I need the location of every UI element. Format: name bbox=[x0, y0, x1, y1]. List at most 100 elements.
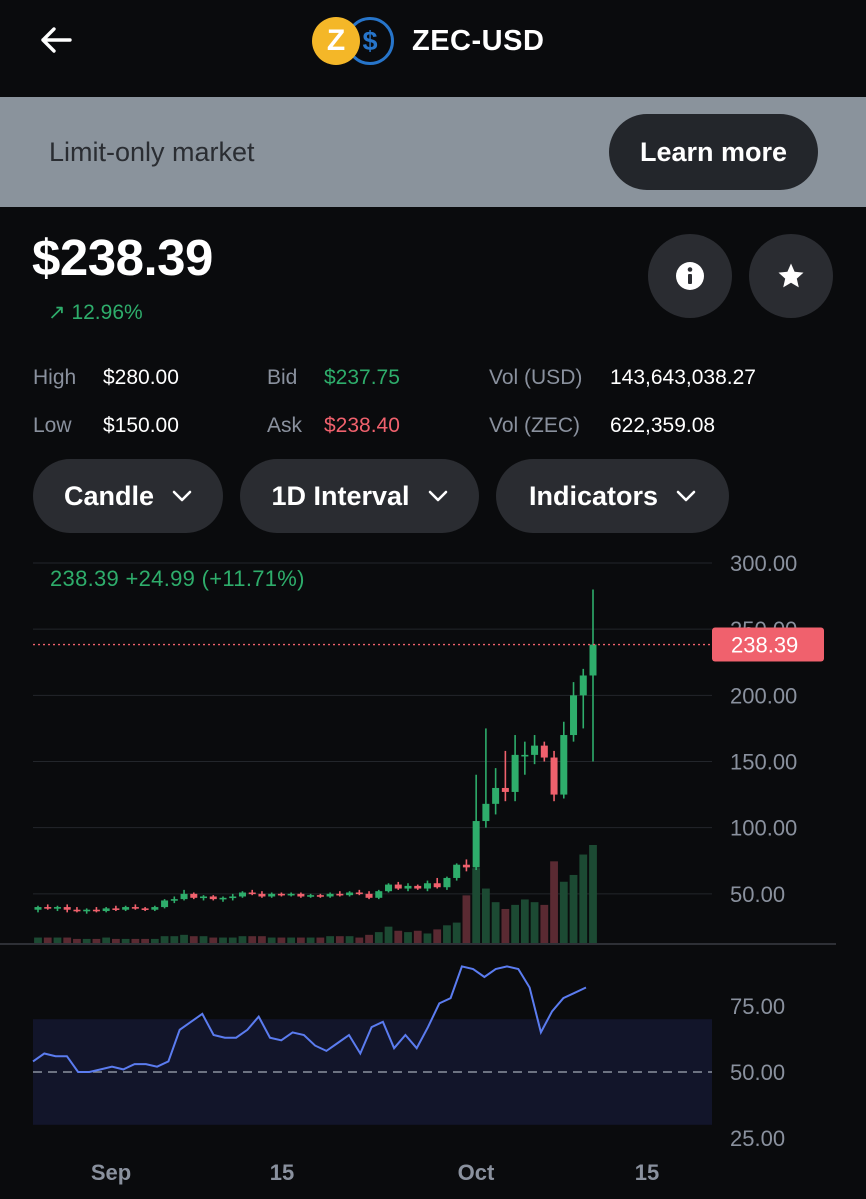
candle-body bbox=[375, 891, 383, 898]
candle-body bbox=[141, 908, 149, 910]
candle-body bbox=[472, 821, 480, 868]
volume-bar bbox=[34, 937, 42, 943]
rsi-tick-label: 75.00 bbox=[730, 994, 785, 1019]
candle-body bbox=[102, 908, 110, 912]
x-axis-tick-label: 15 bbox=[270, 1160, 294, 1185]
vol-usd-value: 143,643,038.27 bbox=[610, 366, 756, 389]
candle-body bbox=[462, 864, 470, 868]
learn-more-button[interactable]: Learn more bbox=[609, 114, 818, 190]
back-button[interactable] bbox=[32, 18, 80, 62]
candle-body bbox=[531, 745, 539, 755]
pair-title: ZEC-USD bbox=[412, 24, 545, 57]
last-price-label: 238.39 bbox=[731, 633, 798, 658]
volume-bar bbox=[121, 938, 130, 943]
volume-bar bbox=[43, 937, 52, 943]
candle-body bbox=[482, 803, 490, 822]
chart-type-dropdown[interactable]: Candle bbox=[33, 459, 223, 533]
volume-bar bbox=[170, 936, 179, 943]
candle-body bbox=[540, 745, 548, 758]
rsi-tick-label: 25.00 bbox=[730, 1126, 785, 1151]
ask-value: $238.40 bbox=[324, 414, 400, 437]
volume-bar bbox=[569, 874, 578, 943]
volume-bar bbox=[82, 938, 91, 943]
candle-body bbox=[521, 754, 529, 757]
volume-bar bbox=[297, 937, 305, 943]
volume-bar bbox=[219, 937, 227, 943]
candle-body bbox=[404, 885, 412, 889]
price-tick-label: 200.00 bbox=[730, 683, 797, 708]
candle-body bbox=[589, 644, 597, 676]
volume-bar bbox=[491, 902, 500, 943]
candle-body bbox=[414, 885, 422, 889]
volume-bar bbox=[335, 936, 344, 943]
candle-body bbox=[92, 909, 100, 912]
vol-zec-value: 622,359.08 bbox=[610, 414, 716, 437]
price-tick-label: 50.00 bbox=[730, 882, 785, 907]
candle-body bbox=[443, 877, 451, 888]
vol-zec-label: Vol (ZEC) bbox=[489, 414, 581, 437]
volume-bar bbox=[423, 933, 432, 943]
indicators-label: Indicators bbox=[528, 480, 659, 511]
volume-bar bbox=[102, 937, 111, 943]
bid-label: Bid bbox=[267, 366, 298, 389]
volume-bar bbox=[355, 937, 364, 943]
candle-body bbox=[190, 893, 198, 898]
zec-coin-icon: Z bbox=[312, 17, 360, 65]
volume-bar bbox=[550, 861, 558, 943]
interval-dropdown[interactable]: 1D Interval bbox=[240, 459, 479, 533]
price-tick-label: 150.00 bbox=[730, 750, 797, 775]
candle-body bbox=[277, 893, 285, 896]
candle-body bbox=[355, 892, 363, 895]
candle-body bbox=[122, 907, 130, 910]
info-button[interactable] bbox=[648, 234, 732, 318]
candle-body bbox=[316, 895, 324, 897]
candle-body bbox=[511, 754, 519, 792]
volume-bar bbox=[472, 868, 481, 943]
candle-body bbox=[44, 907, 52, 909]
candle-body bbox=[560, 735, 568, 795]
candle-body bbox=[579, 675, 587, 696]
candle-body bbox=[170, 899, 178, 901]
candle-body bbox=[453, 864, 461, 878]
volume-bar bbox=[384, 926, 393, 943]
low-label: Low bbox=[33, 414, 72, 437]
candle-body bbox=[570, 695, 578, 736]
volume-bar bbox=[452, 922, 461, 943]
candle-body bbox=[238, 892, 246, 897]
candle-body bbox=[336, 893, 344, 896]
volume-bar bbox=[248, 936, 257, 943]
banner-text: Limit-only market bbox=[49, 137, 255, 167]
volume-bar bbox=[316, 937, 325, 943]
volume-bar bbox=[131, 938, 140, 943]
candle-body bbox=[180, 893, 188, 900]
chevron-down-icon bbox=[428, 490, 447, 502]
current-price: $238.39 bbox=[32, 229, 213, 286]
price-chart[interactable]: 300.00250.00200.00150.00100.0050.00238.3… bbox=[0, 545, 866, 1199]
price-change: ↗ 12.96% bbox=[48, 300, 143, 325]
high-label: High bbox=[33, 366, 77, 389]
candle-body bbox=[346, 892, 354, 896]
volume-bar bbox=[462, 895, 471, 943]
volume-bar bbox=[530, 902, 539, 943]
volume-bar bbox=[189, 936, 198, 943]
info-icon bbox=[676, 262, 704, 290]
price-tick-label: 100.00 bbox=[730, 816, 797, 841]
interval-label: 1D Interval bbox=[271, 480, 410, 511]
bid-value: $237.75 bbox=[324, 366, 400, 389]
high-value: $280.00 bbox=[103, 366, 179, 389]
volume-bar bbox=[511, 904, 519, 943]
candle-body bbox=[433, 883, 441, 888]
indicators-dropdown[interactable]: Indicators bbox=[496, 459, 729, 533]
candle-body bbox=[131, 907, 139, 909]
volume-bar bbox=[540, 904, 549, 943]
price-change-percent: 12.96% bbox=[71, 301, 143, 324]
watchlist-button[interactable] bbox=[749, 234, 833, 318]
volume-bar bbox=[150, 938, 159, 943]
volume-bar bbox=[520, 899, 529, 943]
candle-body bbox=[34, 907, 42, 910]
volume-bar bbox=[228, 937, 237, 943]
volume-bar bbox=[53, 937, 62, 943]
volume-bar bbox=[287, 937, 296, 943]
volume-bar bbox=[345, 936, 354, 943]
candle-body bbox=[365, 893, 373, 898]
